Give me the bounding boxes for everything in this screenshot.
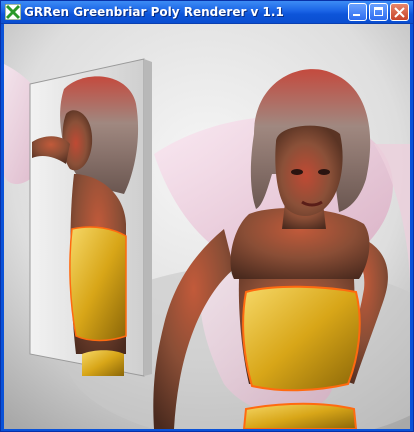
minimize-icon [353, 14, 360, 16]
close-button[interactable] [390, 3, 409, 21]
render-viewport[interactable] [4, 24, 410, 429]
rendered-scene [4, 24, 410, 429]
title-bar[interactable]: GRRen Greenbriar Poly Renderer v 1.1 [1, 1, 413, 24]
maximize-button[interactable] [369, 3, 388, 21]
window-title: GRRen Greenbriar Poly Renderer v 1.1 [24, 5, 284, 19]
close-icon [394, 7, 405, 18]
app-icon[interactable] [5, 4, 21, 20]
minimize-button[interactable] [348, 3, 367, 21]
maximize-icon [374, 7, 383, 16]
app-window: GRRen Greenbriar Poly Renderer v 1.1 [0, 0, 414, 432]
